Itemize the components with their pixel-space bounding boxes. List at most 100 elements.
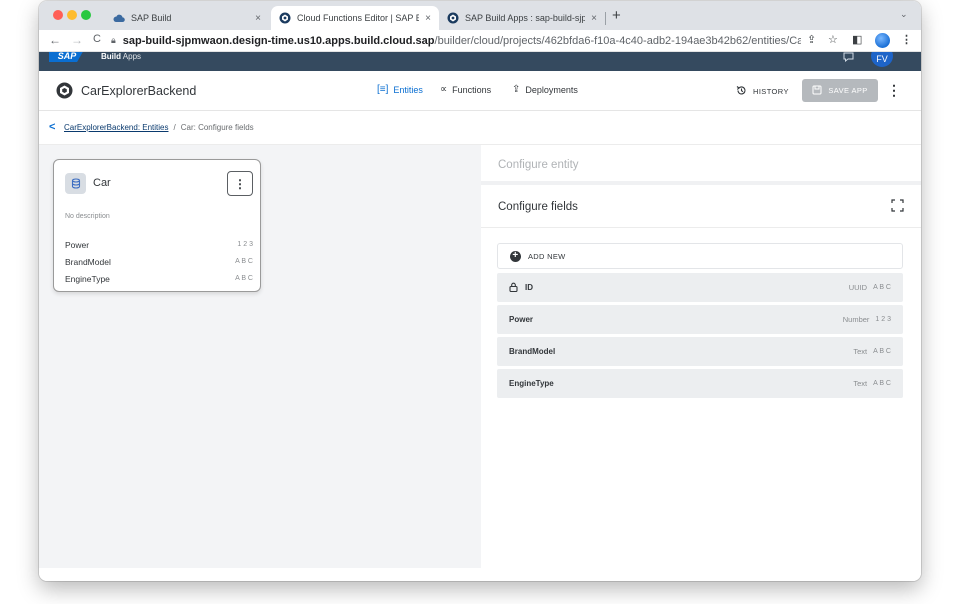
app-header: CarExplorerBackend [≡] Entities ∝ Functi… [39,71,921,111]
app-name: CarExplorerBackend [81,84,197,98]
browser-tab-sap-build[interactable]: SAP Build × [105,6,269,30]
close-window-button[interactable] [53,10,63,20]
browser-tab-cloud-functions-editor[interactable]: Cloud Functions Editor | SAP B × [271,6,439,30]
field-name: EngineType [65,273,110,284]
entities-icon: [≡] [377,84,389,95]
field-type: Text [853,379,868,388]
sap-build-icon [279,12,291,24]
breadcrumb-separator: / [173,123,176,132]
lock-icon [509,282,518,294]
list-item: EngineType A B C [65,270,253,287]
field-name-cell: ID [509,282,849,294]
forward-arrow-icon[interactable]: → [71,33,83,47]
browser-profile-avatar[interactable] [875,33,890,48]
tab-functions[interactable]: ∝ Functions [440,84,491,95]
history-label: HISTORY [753,87,789,96]
fullscreen-icon[interactable] [891,199,904,212]
sap-build-icon [447,12,459,24]
breadcrumb: < CarExplorerBackend: Entities / Car: Conf… [39,111,921,145]
status-bar [39,568,921,581]
entity-card-car[interactable]: Car ⋮ No description Power 1 2 3 BrandMo… [53,159,261,292]
url-host: sap-build-sjpmwaon.design-time.us10.apps… [122,34,435,47]
save-icon [812,85,822,97]
configure-fields-section: Configure fields [481,187,921,228]
browser-tab-sap-build-apps[interactable]: SAP Build Apps : sap-build-sjp × [439,6,605,30]
entity-description: No description [65,213,110,220]
tab-entities[interactable]: [≡] Entities [377,84,423,95]
cloud-icon [113,12,125,24]
breadcrumb-link-entities[interactable]: CarExplorerBackend: Entities [64,123,169,132]
section-title: Configure fields [498,201,578,213]
tab-close-icon[interactable]: × [425,13,431,24]
user-avatar[interactable]: FV [871,52,893,67]
browser-tab-strip: SAP Build × Cloud Functions Editor | SAP… [39,1,921,30]
field-row-enginetype[interactable]: EngineType Text A B C [497,369,903,398]
field-type: UUID [848,283,868,292]
section-title: Configure entity [498,159,579,171]
browser-menu-icon[interactable]: ⋮ [901,33,912,46]
number-type-icon: 1 2 3 [237,241,253,248]
side-panel-icon[interactable]: ◧ [852,33,862,46]
new-tab-button[interactable]: + [612,7,621,24]
entity-name: Car [93,177,111,189]
tab-close-icon[interactable]: × [255,13,261,24]
list-item: Power 1 2 3 [65,236,253,253]
save-app-button[interactable]: SAVE APP [802,79,878,102]
back-arrow-icon[interactable]: ← [49,33,61,47]
breadcrumb-current: Car: Configure fields [180,123,254,132]
field-name: BrandModel [65,256,111,267]
configure-panel: Configure entity Configure fields + ADD … [481,145,921,568]
history-button[interactable]: HISTORY [736,85,789,98]
text-type-icon: A B C [873,380,891,387]
shell-brand-name: Build [101,52,121,61]
tab-close-icon[interactable]: × [591,13,597,24]
text-type-icon: A B C [235,275,253,282]
field-type: Number [842,315,870,324]
text-type-icon: A B C [873,348,891,355]
tab-deployments[interactable]: ⇪ Deployments [512,84,578,95]
plus-circle-icon: + [510,250,521,262]
browser-window: SAP Build × Cloud Functions Editor | SAP… [39,1,921,581]
field-name: ID [525,283,533,292]
field-row-power[interactable]: Power Number 1 2 3 [497,305,903,334]
browser-toolbar: ← → C 🔒︎ sap-build-sjpmwaon.design-time.… [39,30,921,52]
field-name: BrandModel [509,347,556,356]
minimize-window-button[interactable] [67,10,77,20]
field-row-id[interactable]: ID UUID A B C [497,273,903,302]
field-name: Power [509,315,534,324]
shell-brand: Build Apps [101,52,141,61]
notification-icon[interactable] [843,52,854,65]
zoom-window-button[interactable] [81,10,91,20]
database-icon [65,173,86,194]
more-options-icon[interactable]: ⋮ [887,82,901,99]
tab-label: Entities [393,84,423,95]
tab-title: SAP Build Apps : sap-build-sjp [465,13,586,23]
share-icon[interactable]: ⇪ [807,33,816,46]
add-new-field-button[interactable]: + ADD NEW [497,243,903,269]
field-type: Text [853,347,868,356]
text-type-icon: A B C [235,258,253,265]
breadcrumb-trail: CarExplorerBackend: Entities / Car: Config… [64,123,254,132]
configure-entity-section[interactable]: Configure entity [481,145,921,185]
entity-canvas[interactable]: Car ⋮ No description Power 1 2 3 BrandMo… [39,145,481,568]
url-path: /builder/cloud/projects/462bfda6-f10a-4c… [434,34,801,47]
sap-logo[interactable]: SAP [49,52,85,62]
entity-menu-button[interactable]: ⋮ [227,171,253,196]
number-type-icon: 1 2 3 [875,316,891,323]
tab-divider [605,12,606,25]
history-icon [736,85,747,98]
shell-product-name: Apps [122,52,142,61]
back-chevron-icon[interactable]: < [49,121,55,133]
sap-shell-bar: SAP Build Apps FV [39,52,921,71]
bookmark-star-icon[interactable]: ☆ [828,33,838,46]
reload-icon[interactable]: C [93,33,101,45]
tab-label: Deployments [525,84,578,95]
tab-search-button[interactable]: ⌄ [900,9,908,20]
address-bar[interactable]: 🔒︎ sap-build-sjpmwaon.design-time.us10.a… [111,32,801,49]
field-row-brandmodel[interactable]: BrandModel Text A B C [497,337,903,366]
tab-title: SAP Build [131,13,172,23]
functions-icon: ∝ [440,84,448,95]
tab-label: Functions [452,84,492,95]
entity-field-list: Power 1 2 3 BrandModel A B C EngineType … [65,236,253,287]
field-name: Power [65,239,90,250]
